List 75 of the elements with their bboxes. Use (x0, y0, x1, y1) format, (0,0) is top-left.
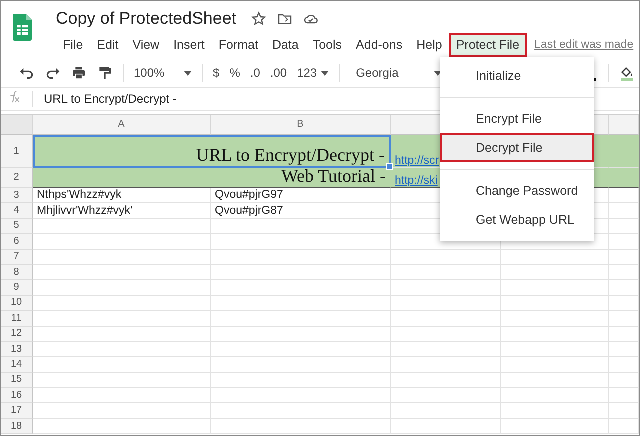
table-cell (609, 234, 639, 250)
table-cell: Qvou#pjrG97 (211, 188, 391, 204)
table-cell (609, 203, 639, 219)
table-cell (609, 218, 639, 234)
column-header[interactable]: A (33, 115, 211, 135)
row-number[interactable]: 2 (1, 168, 33, 188)
row-number[interactable]: 17 (1, 403, 33, 419)
row-number[interactable]: 7 (1, 250, 33, 265)
menu-item[interactable]: View (126, 33, 167, 57)
row-number[interactable]: 14 (1, 357, 33, 373)
currency-button[interactable]: $ (213, 66, 220, 80)
table-cell (609, 388, 639, 404)
menu-item[interactable]: Add-ons (349, 33, 410, 57)
row-number[interactable]: 16 (1, 388, 33, 404)
row-number[interactable]: 4 (1, 203, 33, 219)
caret-icon (321, 70, 330, 76)
print-icon[interactable] (71, 65, 87, 81)
formula-value[interactable]: URL to Encrypt/Decrypt - (44, 92, 177, 106)
table-cell (609, 135, 639, 168)
table-cell (609, 372, 639, 388)
fill-color-icon[interactable] (619, 65, 635, 81)
row-number[interactable]: 5 (1, 218, 33, 234)
row-number[interactable]: 1 (1, 135, 33, 168)
table-cell (609, 311, 639, 327)
menu-item[interactable]: Protect File (449, 33, 527, 57)
menu-item[interactable]: Edit (90, 33, 126, 57)
paint-format-icon[interactable] (97, 65, 113, 81)
row-number[interactable]: 6 (1, 234, 33, 250)
menu-item[interactable]: Initialize (440, 61, 594, 90)
menu-item[interactable]: Decrypt File (440, 133, 594, 162)
zoom-dropdown[interactable]: 100% (134, 66, 192, 80)
table-cell (609, 168, 639, 188)
table-cell (609, 188, 639, 204)
table-cell: Qvou#pjrG87 (211, 203, 391, 219)
table-cell: Nthps'Whzz#vyk (33, 188, 211, 204)
menu-item[interactable]: Insert (166, 33, 212, 57)
row-number[interactable]: 10 (1, 296, 33, 312)
menu-item[interactable]: Change Password (440, 176, 594, 205)
table-cell: URL to Encrypt/Decrypt - (33, 135, 391, 168)
last-edit-link[interactable]: Last edit was made (534, 39, 634, 51)
menu-item[interactable]: File (56, 33, 90, 57)
sheets-logo-icon[interactable] (13, 14, 32, 41)
menu-item[interactable]: Get Webapp URL (440, 205, 594, 234)
row-number[interactable]: 9 (1, 280, 33, 296)
star-icon[interactable] (250, 11, 267, 27)
document-title[interactable]: Copy of ProtectedSheet (56, 9, 237, 29)
row-number[interactable]: 3 (1, 188, 33, 204)
table-cell (609, 326, 639, 342)
row-number[interactable]: 8 (1, 264, 33, 280)
table-cell (609, 357, 639, 373)
row-number[interactable]: 18 (1, 418, 33, 434)
column-header[interactable]: B (211, 115, 391, 135)
more-formats-dropdown[interactable]: 123 (297, 66, 330, 80)
table-cell (609, 296, 639, 312)
row-number[interactable]: 11 (1, 311, 33, 327)
table-cell (609, 280, 639, 296)
table-cell (609, 250, 639, 265)
row-number[interactable]: 12 (1, 326, 33, 342)
menu-item[interactable]: Format (212, 33, 266, 57)
percent-button[interactable]: % (230, 66, 240, 80)
table-cell: Web Tutorial - (33, 168, 391, 188)
menu-item[interactable]: Encrypt File (440, 104, 594, 133)
table-cell: Mhjlivvr'Whzz#vyk' (33, 203, 211, 219)
row-number[interactable]: 15 (1, 372, 33, 388)
menu-item[interactable]: Data (265, 33, 306, 57)
table-cell (609, 418, 639, 434)
row-number[interactable]: 13 (1, 342, 33, 358)
table-cell (609, 403, 639, 419)
caret-icon (184, 70, 192, 76)
menu-item[interactable]: Help (410, 33, 450, 57)
table-cell (609, 264, 639, 280)
decrease-decimal-button[interactable]: .0 (250, 66, 260, 80)
increase-decimal-button[interactable]: .00 (270, 66, 288, 80)
menu-item[interactable]: Tools (306, 33, 350, 57)
table-cell (609, 342, 639, 358)
